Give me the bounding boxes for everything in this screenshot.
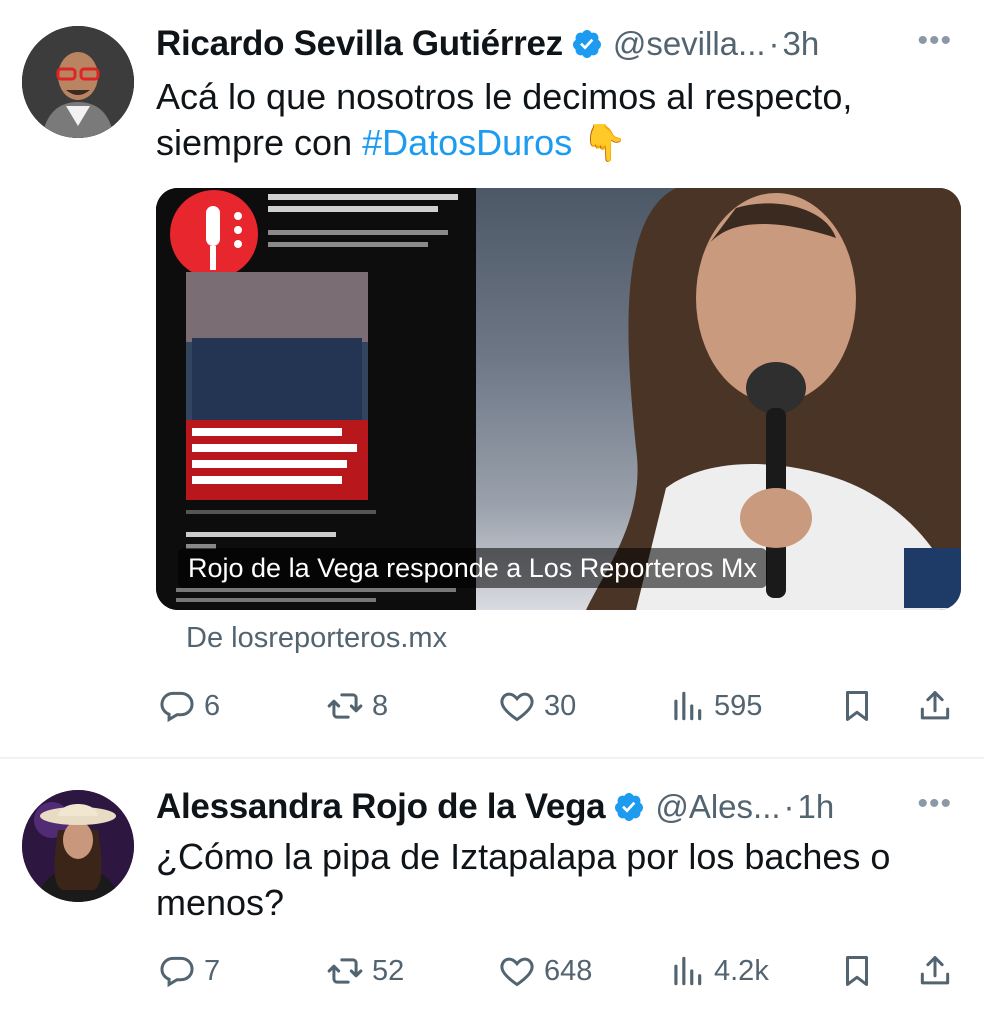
- card-title: Rojo de la Vega responde a Los Reportero…: [178, 548, 767, 588]
- card-screenshot-image: [156, 188, 476, 610]
- author-name[interactable]: Alessandra Rojo de la Vega: [156, 787, 606, 827]
- bookmark-button[interactable]: [838, 948, 876, 994]
- tweet-text-fragment: siempre con: [156, 122, 363, 163]
- retweet-button[interactable]: 52: [326, 948, 404, 994]
- tweet-header: Ricardo Sevilla Gutiérrez @sevilla... · …: [156, 22, 964, 66]
- reply-count: 7: [204, 954, 221, 987]
- tweet-text-line: Acá lo que nosotros le decimos al respec…: [156, 76, 853, 117]
- action-bar: 7 52 648 4.2k: [156, 948, 962, 994]
- reply-icon: [160, 956, 194, 988]
- author-name[interactable]: Ricardo Sevilla Gutiérrez: [156, 24, 563, 64]
- timestamp[interactable]: 1h: [798, 788, 835, 826]
- like-count: 30: [544, 689, 577, 722]
- author-handle[interactable]: @Ales...: [655, 788, 780, 826]
- tweet-text-line: menos?: [156, 882, 285, 923]
- avatar[interactable]: [22, 26, 134, 138]
- tweet[interactable]: Alessandra Rojo de la Vega @Ales... · 1h…: [0, 760, 984, 1024]
- views-button[interactable]: 4.2k: [668, 948, 769, 994]
- tweet-header: Alessandra Rojo de la Vega @Ales... · 1h…: [156, 785, 964, 829]
- retweet-icon: [327, 958, 363, 984]
- retweet-count: 8: [372, 689, 389, 722]
- card-source-link[interactable]: De losreporteros.mx: [186, 622, 447, 655]
- views-chart-icon: [674, 956, 702, 986]
- like-count: 648: [544, 954, 593, 987]
- heart-icon: [500, 957, 534, 987]
- verified-badge-icon: [572, 30, 601, 58]
- share-icon: [920, 691, 950, 720]
- separator: ·: [783, 788, 795, 825]
- author-handle[interactable]: @sevilla...: [613, 25, 766, 63]
- card-photo-image: [476, 188, 961, 610]
- heart-icon: [500, 692, 534, 722]
- hashtag-link[interactable]: #DatosDuros: [362, 122, 572, 163]
- share-button[interactable]: [916, 948, 954, 994]
- verified-badge-icon: [615, 793, 644, 821]
- like-button[interactable]: 30: [498, 683, 576, 729]
- reply-button[interactable]: 7: [158, 948, 220, 994]
- more-options-icon[interactable]: •••: [917, 787, 952, 821]
- retweet-count: 52: [372, 954, 405, 987]
- bookmark-icon: [845, 691, 869, 721]
- retweet-button[interactable]: 8: [326, 683, 388, 729]
- views-button[interactable]: 595: [668, 683, 762, 729]
- bookmark-button[interactable]: [838, 683, 876, 729]
- separator: ·: [768, 25, 780, 62]
- tweet-divider: [0, 757, 984, 759]
- view-count: 4.2k: [714, 954, 769, 987]
- more-options-icon[interactable]: •••: [917, 24, 952, 58]
- avatar[interactable]: [22, 790, 134, 902]
- reply-icon: [160, 691, 194, 723]
- tweet-text: Acá lo que nosotros le decimos al respec…: [156, 74, 944, 166]
- tweet-text-line: siempre con #DatosDuros 👇: [156, 120, 944, 166]
- like-button[interactable]: 648: [498, 948, 592, 994]
- action-bar: 6 8 30 595: [156, 683, 962, 729]
- tweet[interactable]: Ricardo Sevilla Gutiérrez @sevilla... · …: [0, 0, 984, 758]
- reply-button[interactable]: 6: [158, 683, 220, 729]
- pointing-down-emoji-icon: 👇: [582, 122, 628, 163]
- share-button[interactable]: [916, 683, 954, 729]
- tweet-text: ¿Cómo la pipa de Iztapalapa por los bach…: [156, 834, 944, 926]
- tweet-text-line: ¿Cómo la pipa de Iztapalapa por los bach…: [156, 836, 891, 877]
- view-count: 595: [714, 689, 763, 722]
- share-icon: [920, 956, 950, 985]
- views-chart-icon: [674, 691, 702, 721]
- reply-count: 6: [204, 689, 221, 722]
- bookmark-icon: [845, 956, 869, 986]
- retweet-icon: [327, 693, 363, 719]
- timestamp[interactable]: 3h: [783, 25, 820, 63]
- link-preview-card[interactable]: Rojo de la Vega responde a Los Reportero…: [156, 188, 961, 610]
